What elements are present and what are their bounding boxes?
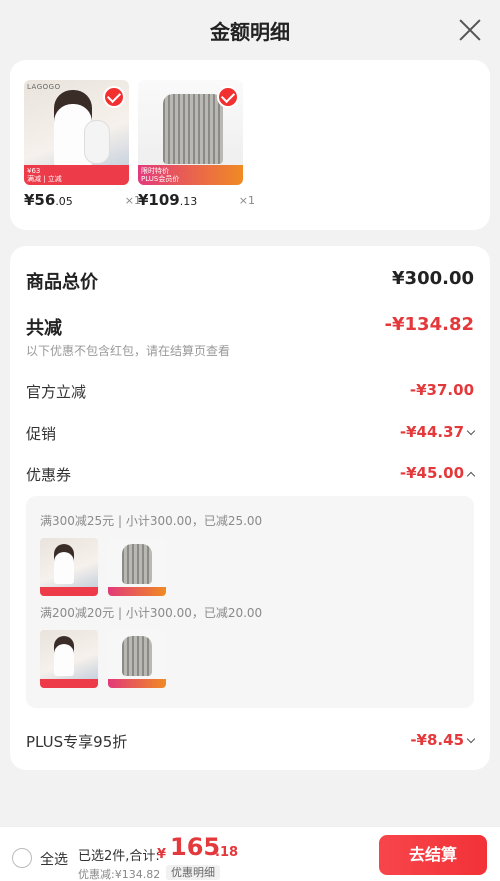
product-image: 限时特价 PLUS会员价	[138, 80, 243, 185]
total-currency: ¥	[157, 847, 167, 862]
close-icon[interactable]	[458, 18, 482, 42]
product-qty: ×1	[238, 194, 255, 207]
page-title: 金额明细	[210, 20, 290, 44]
plus-row[interactable]: PLUS专享95折 -¥8.45	[26, 731, 476, 753]
product-image: LAGOGO ¥63 满减 | 立减	[24, 80, 129, 185]
product-thumb	[108, 630, 166, 688]
product-thumb	[40, 630, 98, 688]
official-row: 官方立减 -¥37.00	[26, 381, 474, 403]
total-decimal: .18	[215, 845, 239, 860]
brand-logo: LAGOGO	[27, 83, 61, 91]
plus-value-wrap: -¥8.45	[410, 731, 476, 749]
select-all-radio[interactable]	[12, 848, 32, 868]
select-all-label[interactable]: 全选	[40, 849, 68, 869]
coupon-value-wrap: -¥45.00	[399, 464, 476, 482]
header: 金额明细	[0, 0, 500, 60]
product-price: ¥109.13	[138, 191, 198, 209]
coupon-detail-box: 满300减25元 | 小计300.00，已减25.00 满200减20元 | 小…	[26, 496, 474, 708]
chevron-down-icon[interactable]	[466, 426, 476, 436]
promo-band: 限时特价 PLUS会员价	[138, 165, 243, 185]
discount-detail-button[interactable]: 优惠明细	[166, 865, 220, 880]
promo-text: 限时特价	[141, 167, 169, 175]
promo-band: ¥63 满减 | 立减	[24, 165, 129, 185]
product-thumb	[108, 538, 166, 596]
promo-label: 促销	[26, 425, 57, 443]
coupon-value: -¥45.00	[399, 464, 464, 482]
official-label: 官方立减	[26, 383, 87, 401]
discount-summary: 优惠减:¥134.82	[78, 868, 161, 881]
promo-value: -¥44.37	[399, 423, 464, 441]
total-row: 商品总价 ¥300.00	[26, 268, 474, 293]
reduce-row: 共减 -¥134.82	[26, 314, 474, 339]
bottom-bar: 全选 已选2件,合计: ¥ 165 .18 优惠减:¥134.82 优惠明细 去…	[0, 826, 500, 881]
plus-label: PLUS专享95折	[26, 733, 128, 751]
promo-text: 满减 | 立减	[27, 175, 62, 183]
product-item[interactable]: LAGOGO ¥63 满减 | 立减 ¥56.05 ×1	[24, 80, 141, 209]
plush-figure	[84, 120, 110, 164]
reduce-label: 共减	[26, 318, 62, 339]
selected-count: 已选2件,合计:	[78, 849, 160, 864]
product-thumb	[40, 538, 98, 596]
promo-row[interactable]: 促销 -¥44.37	[26, 423, 476, 445]
coupon-row[interactable]: 优惠券 -¥45.00	[26, 464, 476, 486]
total-value: ¥300.00	[392, 268, 474, 289]
chevron-up-icon[interactable]	[466, 471, 476, 481]
promo-value-wrap: -¥44.37	[399, 423, 476, 441]
detail-card: 商品总价 ¥300.00 共减 -¥134.82 以下优惠不包含红包，请在结算页…	[10, 246, 490, 770]
products-card: LAGOGO ¥63 满减 | 立减 ¥56.05 ×1 限时特价 PLUS会员…	[10, 60, 490, 230]
total-integer: 165	[170, 833, 221, 861]
promo-text: PLUS会员价	[141, 175, 180, 183]
product-price: ¥56.05	[24, 191, 73, 209]
promo-text: ¥63	[27, 167, 41, 175]
official-value: -¥37.00	[409, 381, 474, 399]
chevron-down-icon[interactable]	[466, 734, 476, 744]
coupon-line: 满300减25元 | 小计300.00，已减25.00	[40, 514, 263, 528]
reduce-value: -¥134.82	[384, 314, 474, 335]
coupon-label: 优惠券	[26, 466, 72, 484]
check-icon[interactable]	[103, 86, 125, 108]
total-label: 商品总价	[26, 272, 98, 293]
shirt-figure	[163, 94, 223, 164]
product-item[interactable]: 限时特价 PLUS会员价 ¥109.13 ×1	[138, 80, 255, 209]
checkout-button[interactable]: 去结算	[379, 835, 487, 875]
coupon-line: 满200减20元 | 小计300.00，已减20.00	[40, 606, 263, 620]
discount-note: 以下优惠不包含红包，请在结算页查看	[26, 344, 231, 358]
check-icon[interactable]	[217, 86, 239, 108]
plus-value: -¥8.45	[410, 731, 464, 749]
